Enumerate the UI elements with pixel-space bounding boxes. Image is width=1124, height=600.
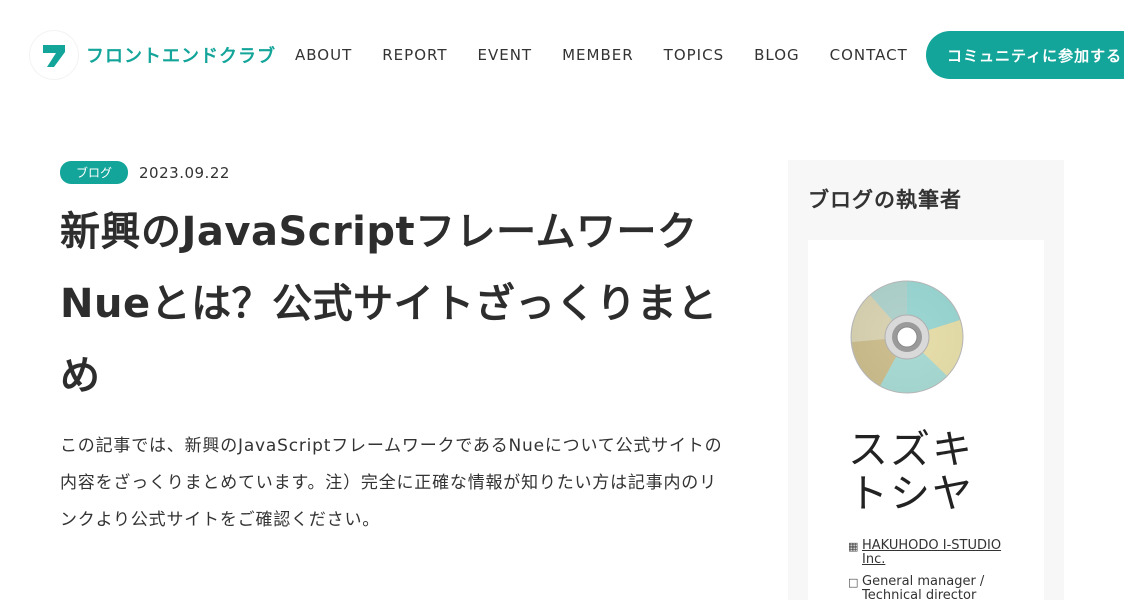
author-name: スズキトシヤ (848, 427, 974, 517)
nav-item-topics[interactable]: TOPICS (664, 45, 724, 65)
author-company-row: ▦ HAKUHODO I-STUDIO Inc. (848, 539, 1012, 567)
sidebar-heading: ブログの執筆者 (808, 188, 962, 212)
article-lead: この記事では、新興のJavaScriptフレームワークであるNueについて公式サ… (60, 436, 723, 530)
author-role: General manager / Technical director (862, 574, 985, 600)
brand-name: フロントエンドクラブ (86, 46, 276, 67)
author-role-row: □ General manager / Technical director (848, 575, 1012, 600)
nav-item-about[interactable]: ABOUT (295, 45, 352, 65)
nav-item-report[interactable]: REPORT (382, 45, 447, 65)
article-title: 新興のJavaScriptフレームワークNueとは？公式サイトざっくりまとめ (60, 209, 718, 399)
brand-logo-icon (30, 31, 78, 79)
article-meta: ブログ 2023.09.22 (60, 161, 230, 184)
nav-item-contact[interactable]: CONTACT (830, 45, 908, 65)
site-header: フロントエンドクラブ ABOUT REPORT EVENT MEMBER TOP… (0, 0, 1124, 110)
building-icon: ▦ (848, 540, 859, 553)
main-nav: ABOUT REPORT EVENT MEMBER TOPICS BLOG CO… (295, 45, 938, 65)
join-community-button[interactable]: コミュニティに参加する (926, 31, 1124, 79)
author-company-link[interactable]: HAKUHODO I-STUDIO Inc. (862, 539, 1012, 567)
nav-item-blog[interactable]: BLOG (754, 45, 800, 65)
nav-item-event[interactable]: EVENT (478, 45, 533, 65)
author-sidebar: ブログの執筆者 スズキトシヤ ▦ HAKUHODO I-STUDIO Inc. … (788, 160, 1064, 600)
brand-logo[interactable]: フロントエンドクラブ (30, 31, 276, 79)
nav-item-member[interactable]: MEMBER (562, 45, 634, 65)
cd-disc-avatar (850, 280, 964, 394)
author-card: スズキトシヤ ▦ HAKUHODO I-STUDIO Inc. □ Genera… (808, 240, 1044, 600)
category-tag[interactable]: ブログ (60, 161, 129, 184)
publish-date: 2023.09.22 (139, 163, 230, 182)
briefcase-icon: □ (848, 576, 859, 589)
